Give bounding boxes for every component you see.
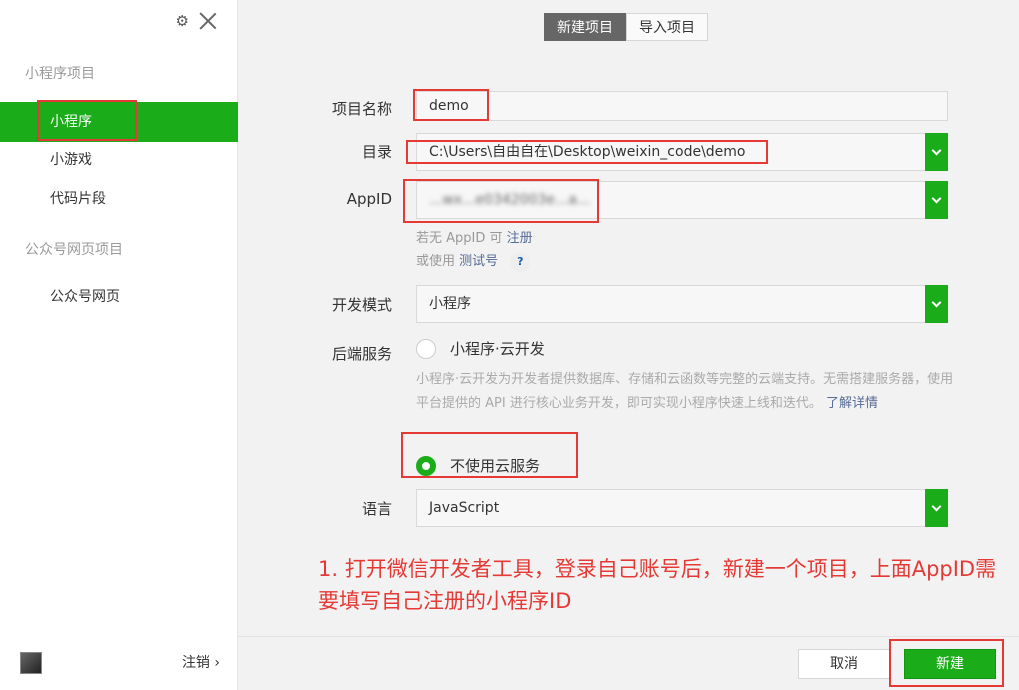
radio-no-cloud[interactable]: 不使用云服务 <box>416 455 540 476</box>
appid-test-hint: 或使用 测试号 ? <box>416 250 531 272</box>
sidebar-item-official-account-web[interactable]: 公众号网页 <box>0 277 238 317</box>
appid-value: ...wx...e0342003e...a... <box>429 192 591 208</box>
radio-unchecked-icon[interactable] <box>416 338 436 359</box>
chevron-down-icon[interactable] <box>925 489 948 527</box>
test-account-link[interactable]: 测试号 <box>459 254 498 269</box>
dev-mode-value: 小程序 <box>429 296 471 312</box>
tab-new-project[interactable]: 新建项目 <box>544 13 626 41</box>
help-icon[interactable]: ? <box>510 252 531 272</box>
sidebar-item-code-snippet[interactable]: 代码片段 <box>0 179 238 219</box>
appid-register-hint: 若无 AppID 可 注册 <box>416 227 533 246</box>
hint-text: 若无 AppID 可 <box>416 231 503 246</box>
appid-select[interactable]: ...wx...e0342003e...a... <box>416 181 948 219</box>
radio-checked-icon[interactable] <box>416 455 436 476</box>
directory-select[interactable]: C:\Users\自由自在\Desktop\weixin_code\demo <box>416 133 948 171</box>
window-controls: ⚙ <box>176 10 219 32</box>
language-select[interactable]: JavaScript <box>416 489 948 527</box>
dev-mode-select[interactable]: 小程序 <box>416 285 948 323</box>
sidebar: ⚙ 小程序项目 小程序 小游戏 代码片段 公众号网页项目 公众号网页 注销 › <box>0 0 238 690</box>
tab-import-project[interactable]: 导入项目 <box>626 13 708 41</box>
tab-bar: 新建项目 导入项目 <box>544 13 708 41</box>
learn-more-link[interactable]: 了解详情 <box>826 396 878 411</box>
create-button[interactable]: 新建 <box>904 649 996 679</box>
cloud-description: 小程序·云开发为开发者提供数据库、存储和云函数等完整的云端支持。无需搭建服务器，… <box>416 368 956 416</box>
close-icon[interactable] <box>197 10 219 32</box>
radio-cloud-dev[interactable]: 小程序·云开发 <box>416 338 545 359</box>
cancel-button[interactable]: 取消 <box>798 649 890 679</box>
logout-label: 注销 <box>181 655 210 671</box>
project-name-label: 项目名称 <box>331 100 392 118</box>
logout-button[interactable]: 注销 › <box>182 652 220 672</box>
sidebar-item-miniprogram[interactable]: 小程序 <box>0 102 238 142</box>
footer-bar <box>238 636 1019 690</box>
register-link[interactable]: 注册 <box>507 231 533 246</box>
chevron-down-icon[interactable] <box>925 133 948 171</box>
section-title-official-account: 公众号网页项目 <box>25 242 123 258</box>
directory-value: C:\Users\自由自在\Desktop\weixin_code\demo <box>429 144 746 160</box>
backend-label: 后端服务 <box>331 345 392 363</box>
language-value: JavaScript <box>429 500 500 516</box>
annotation-text: 1. 打开微信开发者工具，登录自己账号后，新建一个项目，上面AppID需要填写自… <box>318 557 997 613</box>
chevron-down-icon[interactable] <box>925 181 948 219</box>
section-title-miniprogram: 小程序项目 <box>25 66 95 82</box>
project-name-input[interactable]: demo <box>416 91 948 121</box>
radio-cloud-label: 小程序·云开发 <box>450 340 545 358</box>
new-project-window: ⚙ 小程序项目 小程序 小游戏 代码片段 公众号网页项目 公众号网页 注销 › … <box>0 0 1019 690</box>
dev-mode-label: 开发模式 <box>331 296 392 314</box>
user-bar: 注销 › <box>0 634 238 690</box>
appid-label: AppID <box>346 190 392 208</box>
chevron-down-icon[interactable] <box>925 285 948 323</box>
language-label: 语言 <box>361 500 392 518</box>
hint-text: 或使用 <box>416 254 456 269</box>
settings-icon[interactable]: ⚙ <box>176 12 189 30</box>
sidebar-item-minigame[interactable]: 小游戏 <box>0 140 238 180</box>
radio-no-cloud-label: 不使用云服务 <box>450 457 541 475</box>
directory-label: 目录 <box>361 143 392 161</box>
avatar[interactable] <box>20 652 42 674</box>
